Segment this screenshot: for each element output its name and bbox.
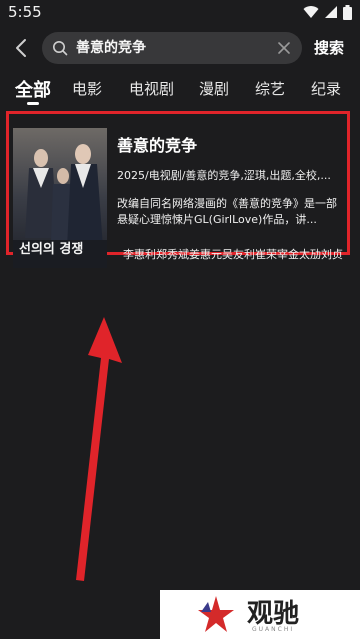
watermark: 观驰 GUANCHI — [160, 590, 360, 639]
battery-icon — [343, 4, 352, 20]
annotation-arrow — [70, 315, 130, 585]
watermark-sub: GUANCHI — [252, 626, 295, 633]
search-result-item[interactable]: 선의의 경쟁 善意的竞争 2025/电视剧/善意的竞争,涩琪,出题,全校,...… — [6, 111, 350, 268]
result-description: 改编自同名网络漫画的《善意的竞争》是一部悬疑心理惊悚片GL(GirlLove)作… — [117, 197, 337, 226]
chevron-left-icon — [16, 39, 26, 57]
poster-image[interactable]: 선의의 경쟁 — [13, 128, 107, 268]
category-tabs: 全部 电影 电视剧 漫剧 综艺 纪录 — [0, 76, 360, 106]
search-button[interactable]: 搜索 — [314, 37, 344, 58]
poster-title: 선의의 경쟁 — [19, 242, 84, 257]
tab-tv-series[interactable]: 电视剧 — [129, 78, 174, 99]
search-input[interactable]: 善意的竞争 — [42, 32, 302, 64]
tab-variety[interactable]: 综艺 — [255, 78, 285, 99]
search-query: 善意的竞争 — [76, 40, 146, 56]
status-bar: 5:55 — [0, 0, 360, 26]
tab-documentary[interactable]: 纪录 — [311, 78, 341, 99]
tab-movies[interactable]: 电影 — [72, 78, 102, 99]
arrow-up-icon — [76, 317, 122, 581]
status-icons — [303, 4, 352, 20]
wifi-icon — [303, 6, 319, 19]
tab-all[interactable]: 全部 — [15, 76, 51, 102]
signal-icon — [325, 6, 337, 18]
back-button[interactable] — [10, 36, 32, 60]
result-meta: 2025/电视剧/善意的竞争,涩琪,出题,全校,... — [117, 169, 331, 182]
star-logo-icon — [198, 596, 234, 632]
status-time: 5:55 — [8, 3, 42, 21]
clear-icon[interactable] — [276, 40, 292, 56]
result-cast: 李惠利郑秀斌姜惠元吴友利崔荣宰金太劢刘贞 — [123, 248, 343, 261]
active-tab-indicator — [27, 102, 39, 105]
result-title: 善意的竞争 — [117, 136, 198, 155]
search-icon — [53, 41, 68, 56]
tab-comic-drama[interactable]: 漫剧 — [199, 78, 229, 99]
watermark-brand: 观驰 — [247, 599, 300, 629]
search-row: 善意的竞争 搜索 — [0, 30, 360, 66]
